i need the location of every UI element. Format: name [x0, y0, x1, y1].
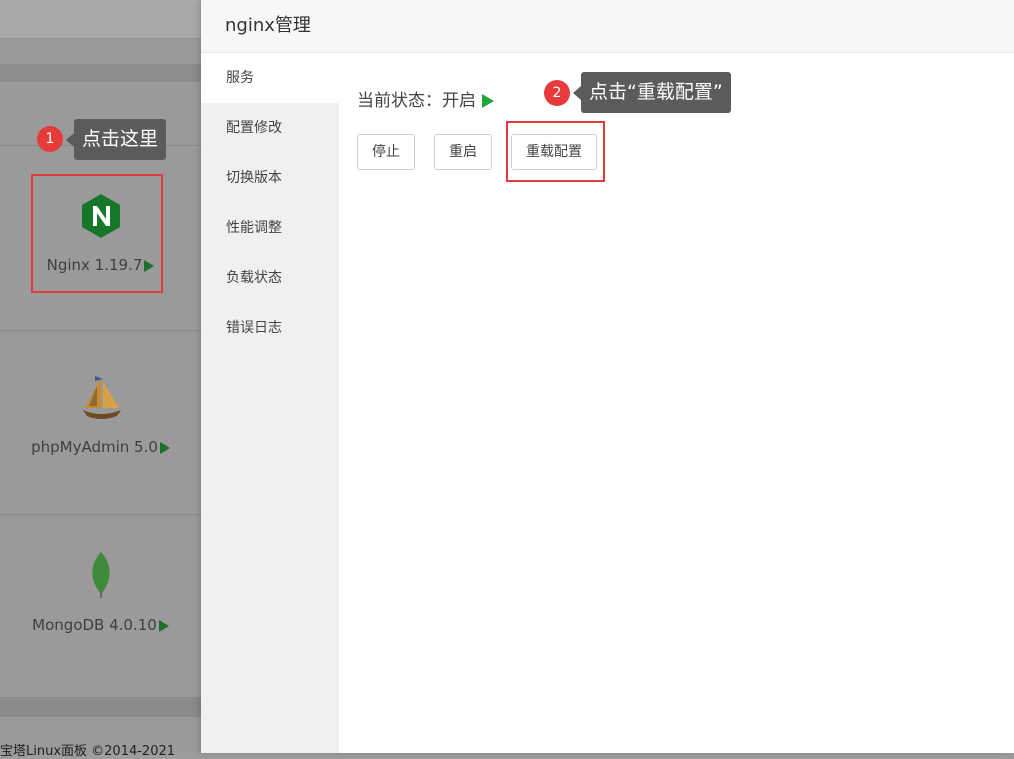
menu-item-error-log[interactable]: 错误日志 [201, 303, 339, 353]
footer-copyright: 宝塔Linux面板 ©2014-2021 [0, 744, 176, 759]
app-name: phpMyAdmin 5.0 [31, 438, 158, 456]
mongodb-leaf-icon [0, 550, 201, 604]
dialog-content: 当前状态：开启 停止 重启 重载配置 [339, 53, 1014, 753]
running-icon [482, 94, 494, 108]
menu-item-config[interactable]: 配置修改 [201, 103, 339, 153]
step-tooltip-2: 点击“重载配置” [573, 72, 731, 113]
menu-item-load-status[interactable]: 负载状态 [201, 253, 339, 303]
menu-item-service[interactable]: 服务 [201, 53, 339, 103]
step-badge-2: 2 [544, 80, 570, 106]
restart-button[interactable]: 重启 [434, 134, 492, 170]
highlight-box-reload [506, 121, 605, 182]
app-mongodb[interactable]: MongoDB 4.0.10 [0, 550, 201, 634]
dialog-sidebar: 服务 配置修改 切换版本 性能调整 负载状态 错误日志 [201, 53, 339, 753]
play-icon [159, 441, 170, 454]
dialog-title: nginx管理 [201, 0, 1014, 53]
step-tooltip-1: 点击这里 [65, 119, 167, 160]
divider [0, 514, 201, 515]
menu-item-performance[interactable]: 性能调整 [201, 203, 339, 253]
divider [0, 330, 201, 331]
menu-item-switch-version[interactable]: 切换版本 [201, 153, 339, 203]
background-panel: Nginx 1.19.7 phpMyAdmin 5.0 MongoDB 4.0.… [0, 0, 201, 759]
play-icon [158, 619, 169, 632]
background-divider [0, 697, 201, 717]
background-divider [0, 64, 201, 82]
phpmyadmin-sailboat-icon [0, 374, 201, 426]
status-label: 当前状态：开启 [357, 91, 476, 111]
service-status: 当前状态：开启 [357, 86, 494, 111]
step-badge-1: 1 [37, 126, 63, 152]
app-phpmyadmin[interactable]: phpMyAdmin 5.0 [0, 374, 201, 456]
app-name: MongoDB 4.0.10 [32, 616, 157, 634]
stop-button[interactable]: 停止 [357, 134, 415, 170]
background-header [0, 0, 201, 39]
highlight-box-nginx [31, 174, 163, 293]
